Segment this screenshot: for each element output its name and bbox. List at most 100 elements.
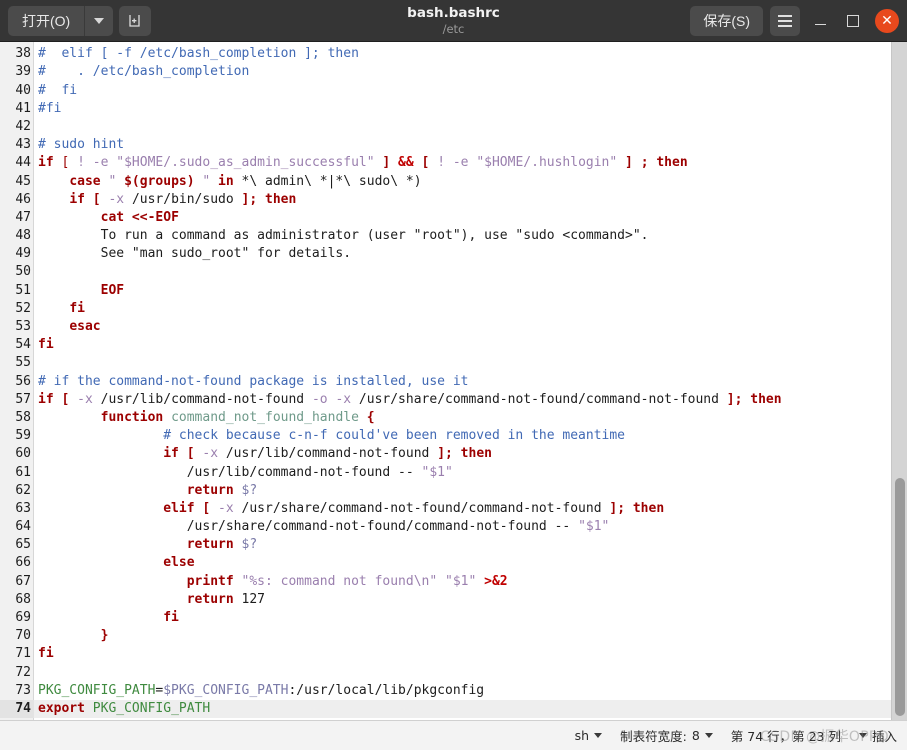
- line-number: 40: [0, 82, 34, 100]
- tab-width-selector[interactable]: 制表符宽度: 8: [620, 726, 713, 745]
- line-number: 52: [0, 300, 34, 318]
- code-line[interactable]: # if the command-not-found package is in…: [34, 373, 891, 391]
- open-file-button[interactable]: 打开(O): [8, 6, 85, 36]
- code-line[interactable]: fi: [34, 609, 891, 627]
- code-line[interactable]: #fi: [34, 100, 891, 118]
- code-line[interactable]: # check because c-n-f could've been remo…: [34, 427, 891, 445]
- code-token: [625, 501, 633, 516]
- line-number: 57: [0, 391, 34, 409]
- code-token: [218, 446, 226, 461]
- code-token: [719, 392, 727, 407]
- code-line[interactable]: To run a command as administrator (user …: [34, 227, 891, 245]
- main-menu-button[interactable]: [770, 6, 800, 36]
- code-token: [351, 392, 359, 407]
- line-number: 47: [0, 209, 34, 227]
- new-document-button[interactable]: [119, 6, 151, 36]
- code-token: [617, 155, 625, 170]
- code-line[interactable]: if [ -x /usr/lib/command-not-found ]; th…: [34, 445, 891, 463]
- hamburger-menu-icon: [778, 15, 792, 17]
- line-number: 48: [0, 227, 34, 245]
- code-line[interactable]: return $?: [34, 482, 891, 500]
- code-line[interactable]: # elif [ -f /etc/bash_completion ]; then: [34, 45, 891, 63]
- code-token: [234, 537, 242, 552]
- code-token: [234, 192, 242, 207]
- code-line[interactable]: EOF: [34, 282, 891, 300]
- code-line[interactable]: [34, 118, 891, 136]
- code-content-area[interactable]: # . /usr/share/bash-completion/bash_comp…: [34, 42, 891, 720]
- code-token: [38, 555, 163, 570]
- vertical-scrollbar-thumb[interactable]: [895, 478, 905, 716]
- maximize-window-button[interactable]: [840, 8, 866, 34]
- code-token: # check because c-n-f could've been remo…: [163, 428, 625, 443]
- code-line[interactable]: if [ ! -e "$HOME/.sudo_as_admin_successf…: [34, 154, 891, 172]
- code-token: [390, 465, 398, 480]
- code-line[interactable]: [34, 263, 891, 281]
- vertical-scrollbar[interactable]: [891, 42, 907, 720]
- line-number: 42: [0, 118, 34, 136]
- code-line[interactable]: fi: [34, 645, 891, 663]
- minimize-window-button[interactable]: [807, 8, 833, 34]
- code-token: [570, 519, 578, 534]
- code-token: # if the command-not-found package is in…: [38, 374, 468, 389]
- code-token: -o: [312, 392, 328, 407]
- code-token: /usr/local/lib/pkgconfig: [296, 683, 484, 698]
- code-line[interactable]: fi: [34, 300, 891, 318]
- code-line[interactable]: fi: [34, 336, 891, 354]
- line-number: 44: [0, 154, 34, 172]
- code-line[interactable]: }: [34, 627, 891, 645]
- insert-mode-selector[interactable]: 插入: [859, 726, 897, 745]
- code-token: [38, 628, 101, 643]
- language-mode-label: sh: [575, 728, 589, 743]
- code-token: [429, 155, 437, 170]
- code-line[interactable]: [34, 354, 891, 372]
- open-recent-dropdown-button[interactable]: [85, 6, 113, 36]
- code-token: return: [187, 592, 234, 607]
- code-line[interactable]: if [ -x /usr/bin/sudo ]; then: [34, 191, 891, 209]
- text-editor-area[interactable]: 3738394041424344454647484950515253545556…: [0, 42, 907, 720]
- code-token: [38, 465, 187, 480]
- code-line[interactable]: export PKG_CONFIG_PATH: [34, 700, 891, 718]
- code-token: $?: [242, 537, 258, 552]
- code-line[interactable]: else: [34, 554, 891, 572]
- code-token: [234, 501, 242, 516]
- code-line[interactable]: See "man sudo_root" for details.: [34, 245, 891, 263]
- code-token: /usr/share/command-not-found/command-not…: [187, 519, 547, 534]
- line-number: 63: [0, 500, 34, 518]
- code-line[interactable]: PKG_CONFIG_PATH=$PKG_CONFIG_PATH:/usr/lo…: [34, 682, 891, 700]
- new-document-icon: [127, 13, 143, 29]
- code-line[interactable]: # . /etc/bash_completion: [34, 63, 891, 81]
- code-line[interactable]: return $?: [34, 536, 891, 554]
- code-token: /usr/share/command-not-found/command-not…: [359, 392, 719, 407]
- language-mode-selector[interactable]: sh: [575, 728, 602, 743]
- code-line[interactable]: function command_not_found_handle {: [34, 409, 891, 427]
- code-token: --: [398, 465, 414, 480]
- code-line[interactable]: cat <<-EOF: [34, 209, 891, 227]
- code-line[interactable]: # fi: [34, 82, 891, 100]
- code-line[interactable]: return 127: [34, 591, 891, 609]
- code-line[interactable]: /usr/lib/command-not-found -- "$1": [34, 464, 891, 482]
- code-token: elif: [163, 501, 194, 516]
- line-number: 61: [0, 464, 34, 482]
- code-token: then: [461, 446, 492, 461]
- code-token: [437, 574, 445, 589]
- chevron-down-icon: [705, 733, 713, 738]
- code-line[interactable]: case " $(groups) " in *\ admin\ *|*\ sud…: [34, 173, 891, 191]
- code-token: [85, 192, 93, 207]
- code-line[interactable]: [34, 664, 891, 682]
- code-token: [38, 483, 187, 498]
- code-line[interactable]: printf "%s: command not found\n" "$1" >&…: [34, 573, 891, 591]
- line-number: 46: [0, 191, 34, 209]
- code-token: # elif [ -f /etc/bash_completion ]; then: [38, 46, 359, 61]
- code-line[interactable]: if [ -x /usr/lib/command-not-found -o -x…: [34, 391, 891, 409]
- code-line[interactable]: # sudo hint: [34, 136, 891, 154]
- titlebar-right-controls: 保存(S) ✕: [690, 6, 899, 36]
- close-window-button[interactable]: ✕: [875, 9, 899, 33]
- code-token: in: [218, 174, 234, 189]
- save-file-button[interactable]: 保存(S): [690, 6, 763, 36]
- code-token: 127: [242, 592, 265, 607]
- code-line[interactable]: esac: [34, 318, 891, 336]
- code-line[interactable]: elif [ -x /usr/share/command-not-found/c…: [34, 500, 891, 518]
- code-token: then: [750, 392, 781, 407]
- code-token: /usr/lib/command-not-found: [101, 392, 305, 407]
- code-line[interactable]: /usr/share/command-not-found/command-not…: [34, 518, 891, 536]
